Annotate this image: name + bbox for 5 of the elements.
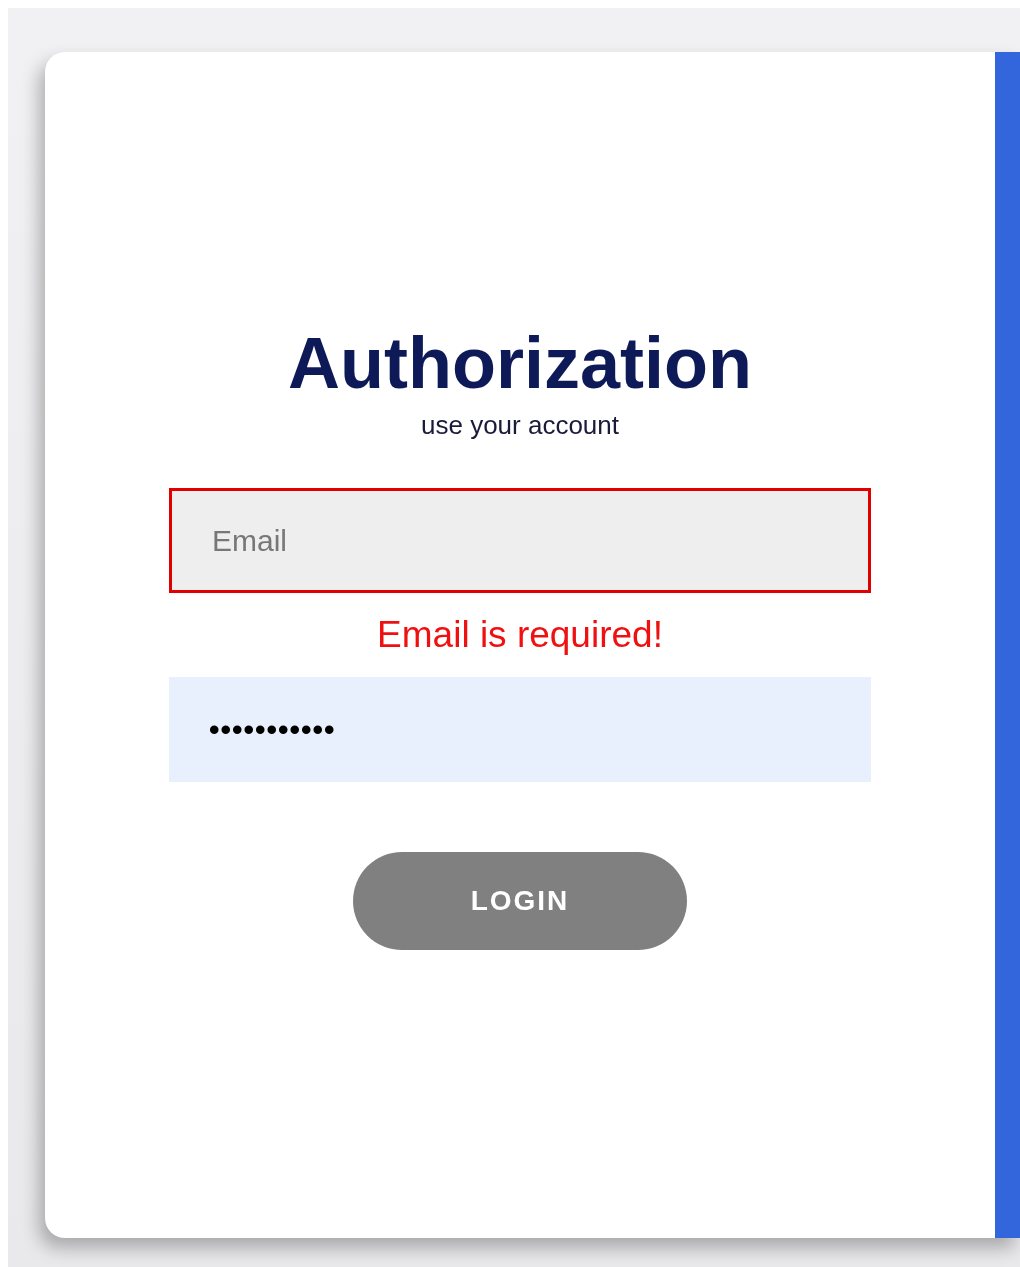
- page-title: Authorization: [288, 322, 752, 404]
- email-field[interactable]: Email: [169, 488, 871, 593]
- password-field[interactable]: •••••••••••: [169, 677, 871, 782]
- error-message: Email is required!: [377, 613, 663, 657]
- subtitle: use your account: [421, 410, 619, 441]
